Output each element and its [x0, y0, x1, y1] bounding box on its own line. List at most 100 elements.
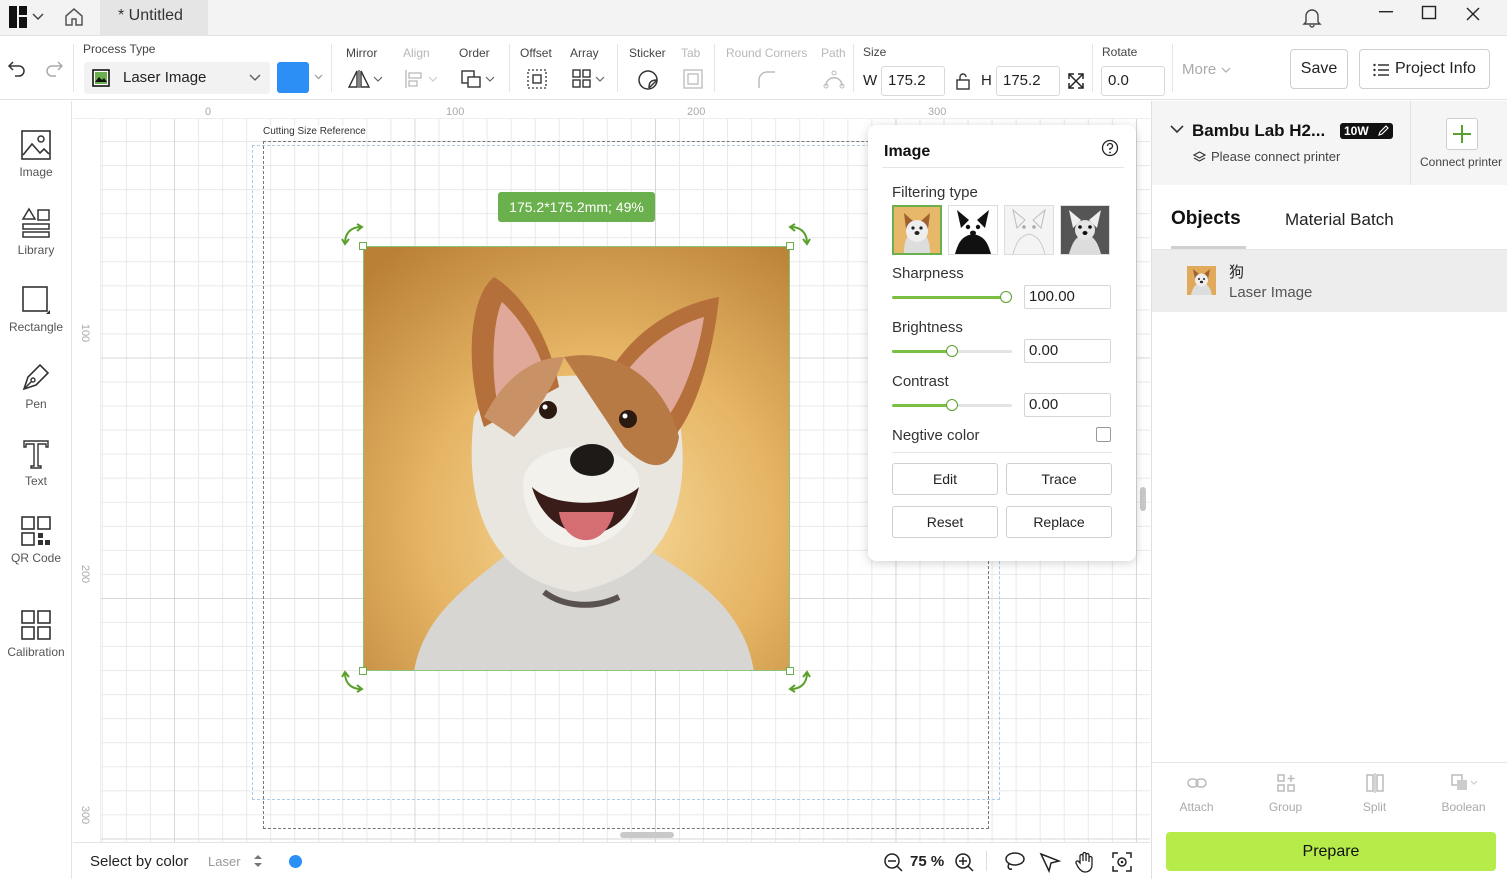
chevron-down-icon[interactable]: [314, 74, 323, 80]
save-button[interactable]: Save: [1290, 49, 1348, 89]
edit-button[interactable]: Edit: [892, 463, 998, 495]
ruler-tick-left-100: 100: [79, 323, 92, 343]
tab-objects[interactable]: Objects: [1171, 208, 1241, 230]
tool-text[interactable]: Text: [0, 438, 72, 488]
sharpness-slider[interactable]: [892, 291, 1012, 303]
more-label[interactable]: More: [1182, 61, 1216, 78]
mirror-icon[interactable]: [347, 69, 383, 89]
tool-qr-code[interactable]: QR Code: [0, 515, 72, 565]
group-button[interactable]: Group: [1241, 773, 1330, 814]
contrast-slider[interactable]: [892, 399, 1012, 411]
brightness-slider-knob[interactable]: [946, 345, 958, 357]
rotate-handle-icon[interactable]: [787, 669, 811, 693]
tool-image[interactable]: Image: [0, 129, 72, 179]
contrast-slider-knob[interactable]: [946, 399, 958, 411]
tool-library-label: Library: [17, 243, 55, 257]
tool-image-label: Image: [19, 165, 53, 179]
top-ruler: 0 100 200 300: [73, 101, 1150, 119]
object-row[interactable]: 狗 Laser Image: [1152, 250, 1507, 312]
trace-button[interactable]: Trace: [1006, 463, 1112, 495]
fit-view-icon[interactable]: [1111, 851, 1133, 873]
document-tab-title: * Untitled: [118, 7, 183, 24]
maximize-icon[interactable]: [1421, 5, 1437, 21]
chevron-down-icon[interactable]: [32, 12, 44, 22]
sharpness-input[interactable]: 100.00: [1024, 285, 1111, 309]
tab-icon[interactable]: [683, 69, 703, 89]
hand-icon[interactable]: [1074, 851, 1096, 873]
boolean-icon: [1419, 773, 1507, 793]
printer-name[interactable]: Bambu Lab H2...: [1192, 121, 1325, 141]
select-tool-icon[interactable]: [1039, 851, 1061, 873]
negative-color-checkbox[interactable]: [1096, 427, 1111, 442]
width-input[interactable]: 175.2: [881, 66, 945, 96]
split-button[interactable]: Split: [1330, 773, 1419, 814]
horizontal-scrollbar[interactable]: [620, 832, 674, 838]
boolean-button[interactable]: Boolean: [1419, 773, 1507, 814]
sharpness-slider-knob[interactable]: [1000, 291, 1012, 303]
ruler-tick-100: 100: [446, 106, 465, 118]
offset-label: Offset: [520, 46, 552, 60]
path-icon[interactable]: [823, 69, 845, 89]
brightness-slider[interactable]: [892, 345, 1012, 357]
prepare-button[interactable]: Prepare: [1166, 832, 1496, 871]
replace-button[interactable]: Replace: [1006, 506, 1112, 538]
layer-color-dot[interactable]: [289, 855, 302, 868]
chevron-down-icon[interactable]: [1221, 67, 1231, 73]
layer-color-swatch[interactable]: [277, 62, 309, 93]
bell-icon[interactable]: [1302, 6, 1322, 28]
home-icon[interactable]: [63, 6, 85, 28]
offset-icon[interactable]: [527, 69, 547, 89]
array-icon[interactable]: [572, 69, 608, 89]
logo-icon[interactable]: [9, 6, 27, 28]
close-icon[interactable]: [1465, 6, 1481, 22]
help-icon[interactable]: [1101, 139, 1119, 157]
project-info-button[interactable]: Project Info: [1359, 49, 1490, 89]
tool-rectangle[interactable]: Rectangle: [0, 284, 72, 334]
printer-power-badge[interactable]: 10W: [1340, 123, 1393, 139]
filter-grayscale-thumb[interactable]: [892, 205, 942, 255]
rotate-input[interactable]: 0.0: [1101, 66, 1165, 96]
tab-material-batch[interactable]: Material Batch: [1285, 210, 1394, 230]
zoom-out-icon[interactable]: [883, 852, 903, 872]
fit-size-icon[interactable]: [1067, 72, 1085, 90]
tool-calibration-label: Calibration: [7, 645, 65, 659]
tool-calibration[interactable]: Calibration: [0, 609, 72, 659]
array-label: Array: [570, 46, 599, 60]
rotate-handle-icon[interactable]: [341, 223, 365, 247]
plus-icon: [1452, 124, 1472, 144]
filter-dither-thumb[interactable]: [1060, 205, 1110, 255]
round-corners-icon[interactable]: [757, 70, 777, 90]
sort-icon[interactable]: [253, 854, 263, 868]
connect-printer-button[interactable]: [1446, 118, 1478, 150]
filter-threshold-thumb[interactable]: [948, 205, 998, 255]
sticker-icon[interactable]: [637, 69, 659, 91]
attach-button[interactable]: Attach: [1152, 773, 1241, 814]
tool-library[interactable]: Library: [0, 207, 72, 257]
zoom-in-icon[interactable]: [954, 852, 974, 872]
height-input[interactable]: 175.2: [996, 66, 1060, 96]
vertical-scrollbar[interactable]: [1140, 487, 1146, 511]
minimize-icon[interactable]: [1378, 10, 1394, 14]
tab-label: Tab: [681, 46, 701, 60]
lock-icon[interactable]: [955, 72, 971, 90]
chevron-down-icon[interactable]: [1170, 124, 1184, 134]
reset-button[interactable]: Reset: [892, 506, 998, 538]
brightness-input[interactable]: 0.00: [1024, 339, 1111, 363]
contrast-input[interactable]: 0.00: [1024, 393, 1111, 417]
process-type-select[interactable]: Laser Image: [84, 62, 270, 94]
rotate-handle-icon[interactable]: [787, 223, 811, 247]
tool-text-label: Text: [24, 474, 47, 488]
filter-sketch-thumb[interactable]: [1004, 205, 1054, 255]
zoom-value[interactable]: 75 %: [910, 853, 944, 870]
layer-select[interactable]: Laser: [208, 854, 241, 869]
align-icon[interactable]: [404, 69, 440, 89]
tool-pen[interactable]: Pen: [0, 361, 72, 411]
lasso-icon[interactable]: [1003, 851, 1025, 873]
document-tab[interactable]: * Untitled: [100, 0, 208, 36]
undo-icon[interactable]: [7, 58, 27, 78]
dog-image[interactable]: [363, 246, 790, 671]
group-icon: [1241, 773, 1330, 793]
rotate-handle-icon[interactable]: [341, 669, 365, 693]
redo-icon[interactable]: [44, 58, 64, 78]
order-icon[interactable]: [460, 69, 496, 89]
